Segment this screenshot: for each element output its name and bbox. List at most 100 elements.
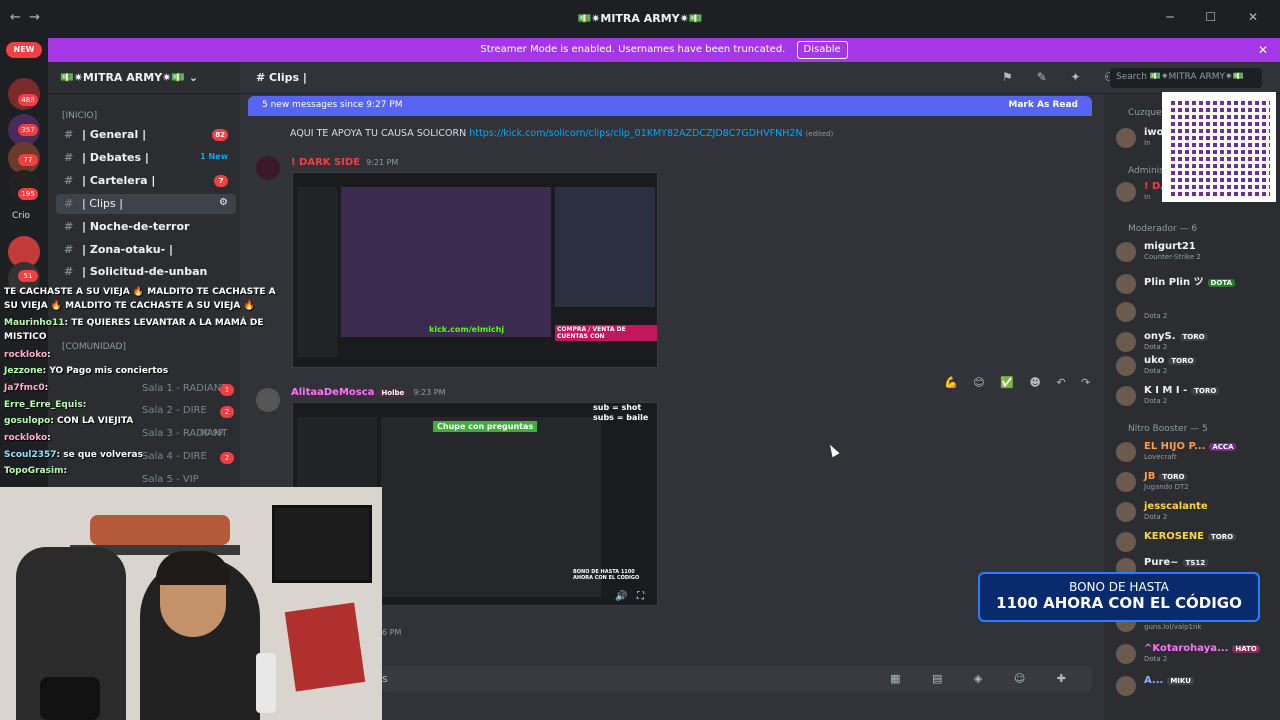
voice-badge: 2 bbox=[220, 452, 234, 464]
channel-cartelera[interactable]: # | Cartelera | 7 bbox=[56, 171, 236, 191]
member-item[interactable]: Dota 2 bbox=[1116, 300, 1276, 324]
input-text: s bbox=[382, 672, 388, 685]
hash-icon: # bbox=[64, 174, 74, 187]
message-author[interactable]: ! DARK SIDE 9:21 PM bbox=[291, 157, 398, 168]
mark-as-read-button[interactable]: Mark As Read bbox=[1008, 100, 1078, 110]
category-inicio[interactable]: [INICIO] bbox=[62, 111, 97, 121]
channel-zona-otaku[interactable]: # | Zona-otaku- | bbox=[56, 240, 236, 260]
chat-line: Ja7fmc0: bbox=[4, 383, 48, 393]
channel-label: | General | bbox=[82, 128, 147, 141]
member-status: In bbox=[1144, 139, 1151, 147]
member-item[interactable]: A... MIKU bbox=[1116, 674, 1276, 698]
message-author[interactable]: AlitaaDeMosca Holbe 9:23 PM bbox=[291, 387, 445, 398]
streamer-hair bbox=[156, 551, 230, 585]
member-item[interactable]: onyS. TORO Dota 2 bbox=[1116, 330, 1276, 354]
chat-line: rockloko: bbox=[4, 350, 51, 360]
chat-line: Maurinho11: TE QUIERES LEVANTAR A LA MAM… bbox=[4, 318, 264, 328]
clip-overlay: subs = baile bbox=[593, 413, 649, 422]
voice-badge: 2 bbox=[220, 406, 234, 418]
server-badge: 488 bbox=[18, 94, 38, 106]
chat-text: : TE QUIERES LEVANTAR A LA MAMÁ DE bbox=[64, 318, 264, 328]
member-group: Cuzque bbox=[1128, 108, 1162, 118]
member-item[interactable]: Plin Plin ツ DOTA bbox=[1116, 272, 1276, 296]
voice-channel[interactable]: Sala 4 - DIRE bbox=[142, 451, 207, 462]
member-tag: TS12 bbox=[1182, 559, 1209, 567]
member-item[interactable]: EL HIJO P... ACCA Lovecraft bbox=[1116, 440, 1276, 464]
author-name: AlitaaDeMosca bbox=[291, 387, 375, 398]
input-icons[interactable]: ▦ ▤ ◈ ☺ ✚ bbox=[890, 672, 1080, 685]
voice-badge: 1 bbox=[220, 384, 234, 396]
search-input[interactable]: Search 💵✷MITRA ARMY✷💵 bbox=[1110, 68, 1262, 88]
chevron-down-icon[interactable]: ⌄ bbox=[189, 71, 198, 84]
member-name: jesscalante bbox=[1144, 501, 1208, 512]
member-name-label: Plin Plin ツ bbox=[1144, 277, 1204, 288]
mouse-cursor bbox=[826, 442, 840, 458]
disable-button[interactable]: Disable bbox=[796, 41, 848, 59]
message-actions[interactable]: 💪 😊 ✅ ☻ ↶ ↷ ⋯ bbox=[944, 376, 1123, 389]
hash-icon: # bbox=[64, 151, 74, 164]
category-comunidad[interactable]: [COMUNIDAD] bbox=[62, 342, 126, 352]
role-badge: Holbe bbox=[378, 389, 408, 397]
channel-label: | Clips | bbox=[82, 197, 123, 210]
channel-clips[interactable]: # | Clips | ⚙ bbox=[56, 194, 236, 214]
member-name: iwo bbox=[1144, 127, 1164, 138]
fullscreen-icon[interactable]: ⛶ bbox=[637, 591, 644, 602]
member-item[interactable]: JB TORO Jugando DT2 bbox=[1116, 470, 1276, 494]
member-tag: TORO bbox=[1191, 387, 1220, 395]
member-name: EL HIJO P... ACCA bbox=[1144, 441, 1237, 452]
author-name: ! DARK SIDE bbox=[291, 157, 361, 168]
voice-channel[interactable]: Sala 1 - RADIANT bbox=[142, 383, 227, 394]
member-name-label: A... bbox=[1144, 675, 1164, 686]
channel-header: # Clips | ⚑ ✎ ✦ ⚇ Search 💵✷MITRA ARMY✷💵 bbox=[240, 62, 1280, 94]
clip-screenshot[interactable]: kick.com/elmichj COMPRA / VENTA DE CUENT… bbox=[292, 172, 658, 368]
title-bar: ← → 💵✷MITRA ARMY✷💵 ─ ☐ ✕ bbox=[0, 0, 1280, 38]
channel-debates[interactable]: # | Debates | 1 New bbox=[56, 148, 236, 168]
member-status: Dota 2 bbox=[1144, 655, 1168, 663]
member-item[interactable]: KEROSENE TORO bbox=[1116, 530, 1276, 554]
member-name: A... MIKU bbox=[1144, 675, 1194, 686]
message-link[interactable]: https://kick.com/solicorn/clips/clip_01K… bbox=[469, 128, 802, 139]
server-name-label: 💵✷MITRA ARMY✷💵 bbox=[60, 71, 186, 84]
avatar[interactable] bbox=[256, 388, 280, 412]
clip-caption: Chupe con preguntas bbox=[433, 421, 538, 432]
member-name-label: Pure~ bbox=[1144, 557, 1179, 568]
channel-noche-de-terror[interactable]: # | Noche-de-terror bbox=[56, 217, 236, 237]
close-icon[interactable]: ✕ bbox=[1258, 38, 1268, 62]
chat-text: : bbox=[82, 400, 87, 410]
member-name-label: uko bbox=[1144, 355, 1165, 366]
server-name[interactable]: 💵✷MITRA ARMY✷💵 ⌄ bbox=[48, 62, 240, 94]
window-title: 💵✷MITRA ARMY✷💵 bbox=[577, 12, 703, 25]
member-item[interactable]: K I M I - TORO Dota 2 bbox=[1116, 384, 1276, 408]
member-name: K I M I - TORO bbox=[1144, 385, 1220, 396]
chat-text: TE CACHASTE A SU VIEJA 🔥 MALDITO TE CACH… bbox=[4, 287, 276, 297]
chat-user: Maurinho11 bbox=[4, 318, 65, 328]
new-messages-bar[interactable]: 5 new messages since 9:27 PM Mark As Rea… bbox=[248, 96, 1092, 116]
member-item[interactable]: uko TORO Dota 2 bbox=[1116, 354, 1276, 378]
channel-label: | Solicitud-de-unban bbox=[82, 265, 208, 278]
channel-general[interactable]: # | General | 82 bbox=[56, 125, 236, 145]
message-input[interactable]: s ▦ ▤ ◈ ☺ ✚ bbox=[382, 666, 1092, 692]
chat-line: Jezzone: YO Pago mis conciertos bbox=[4, 366, 168, 376]
member-item[interactable]: jesscalante Dota 2 bbox=[1116, 500, 1276, 524]
voice-channel[interactable]: Sala 2 - DIRE bbox=[142, 405, 207, 416]
chat-line: MISTICO bbox=[4, 332, 47, 342]
folder-label[interactable]: Crio bbox=[12, 211, 30, 221]
channel-label: | Debates | bbox=[82, 151, 149, 164]
chat-line: gosulopo: CON LA VIEJITA bbox=[4, 416, 133, 426]
channel-solicitud-de-unban[interactable]: # | Solicitud-de-unban bbox=[56, 262, 236, 282]
gear-icon[interactable]: ⚙ bbox=[219, 197, 228, 208]
member-item[interactable]: migurt21 Counter-Strike 2 bbox=[1116, 240, 1276, 264]
window-controls[interactable]: ─ ☐ ✕ bbox=[1166, 10, 1272, 24]
voice-channel[interactable]: Sala 5 - VIP bbox=[142, 474, 199, 485]
channel-title: # Clips | bbox=[256, 71, 307, 84]
member-tag: HATO bbox=[1232, 645, 1260, 653]
new-pill[interactable]: NEW bbox=[6, 42, 42, 58]
header-tools[interactable]: ⚑ ✎ ✦ ⚇ bbox=[1002, 70, 1125, 84]
chat-user: Erre_Erre_Equis bbox=[4, 400, 83, 410]
avatar[interactable] bbox=[256, 156, 280, 180]
member-item[interactable]: ^Kotarohaya... HATO Dota 2 bbox=[1116, 642, 1276, 666]
volume-icon[interactable]: 🔊 bbox=[615, 591, 627, 602]
banner-text: Streamer Mode is enabled. Usernames have… bbox=[480, 44, 786, 55]
avatar bbox=[1116, 644, 1136, 664]
promo-line2: 1100 AHORA CON EL CÓDIGO bbox=[996, 594, 1242, 612]
